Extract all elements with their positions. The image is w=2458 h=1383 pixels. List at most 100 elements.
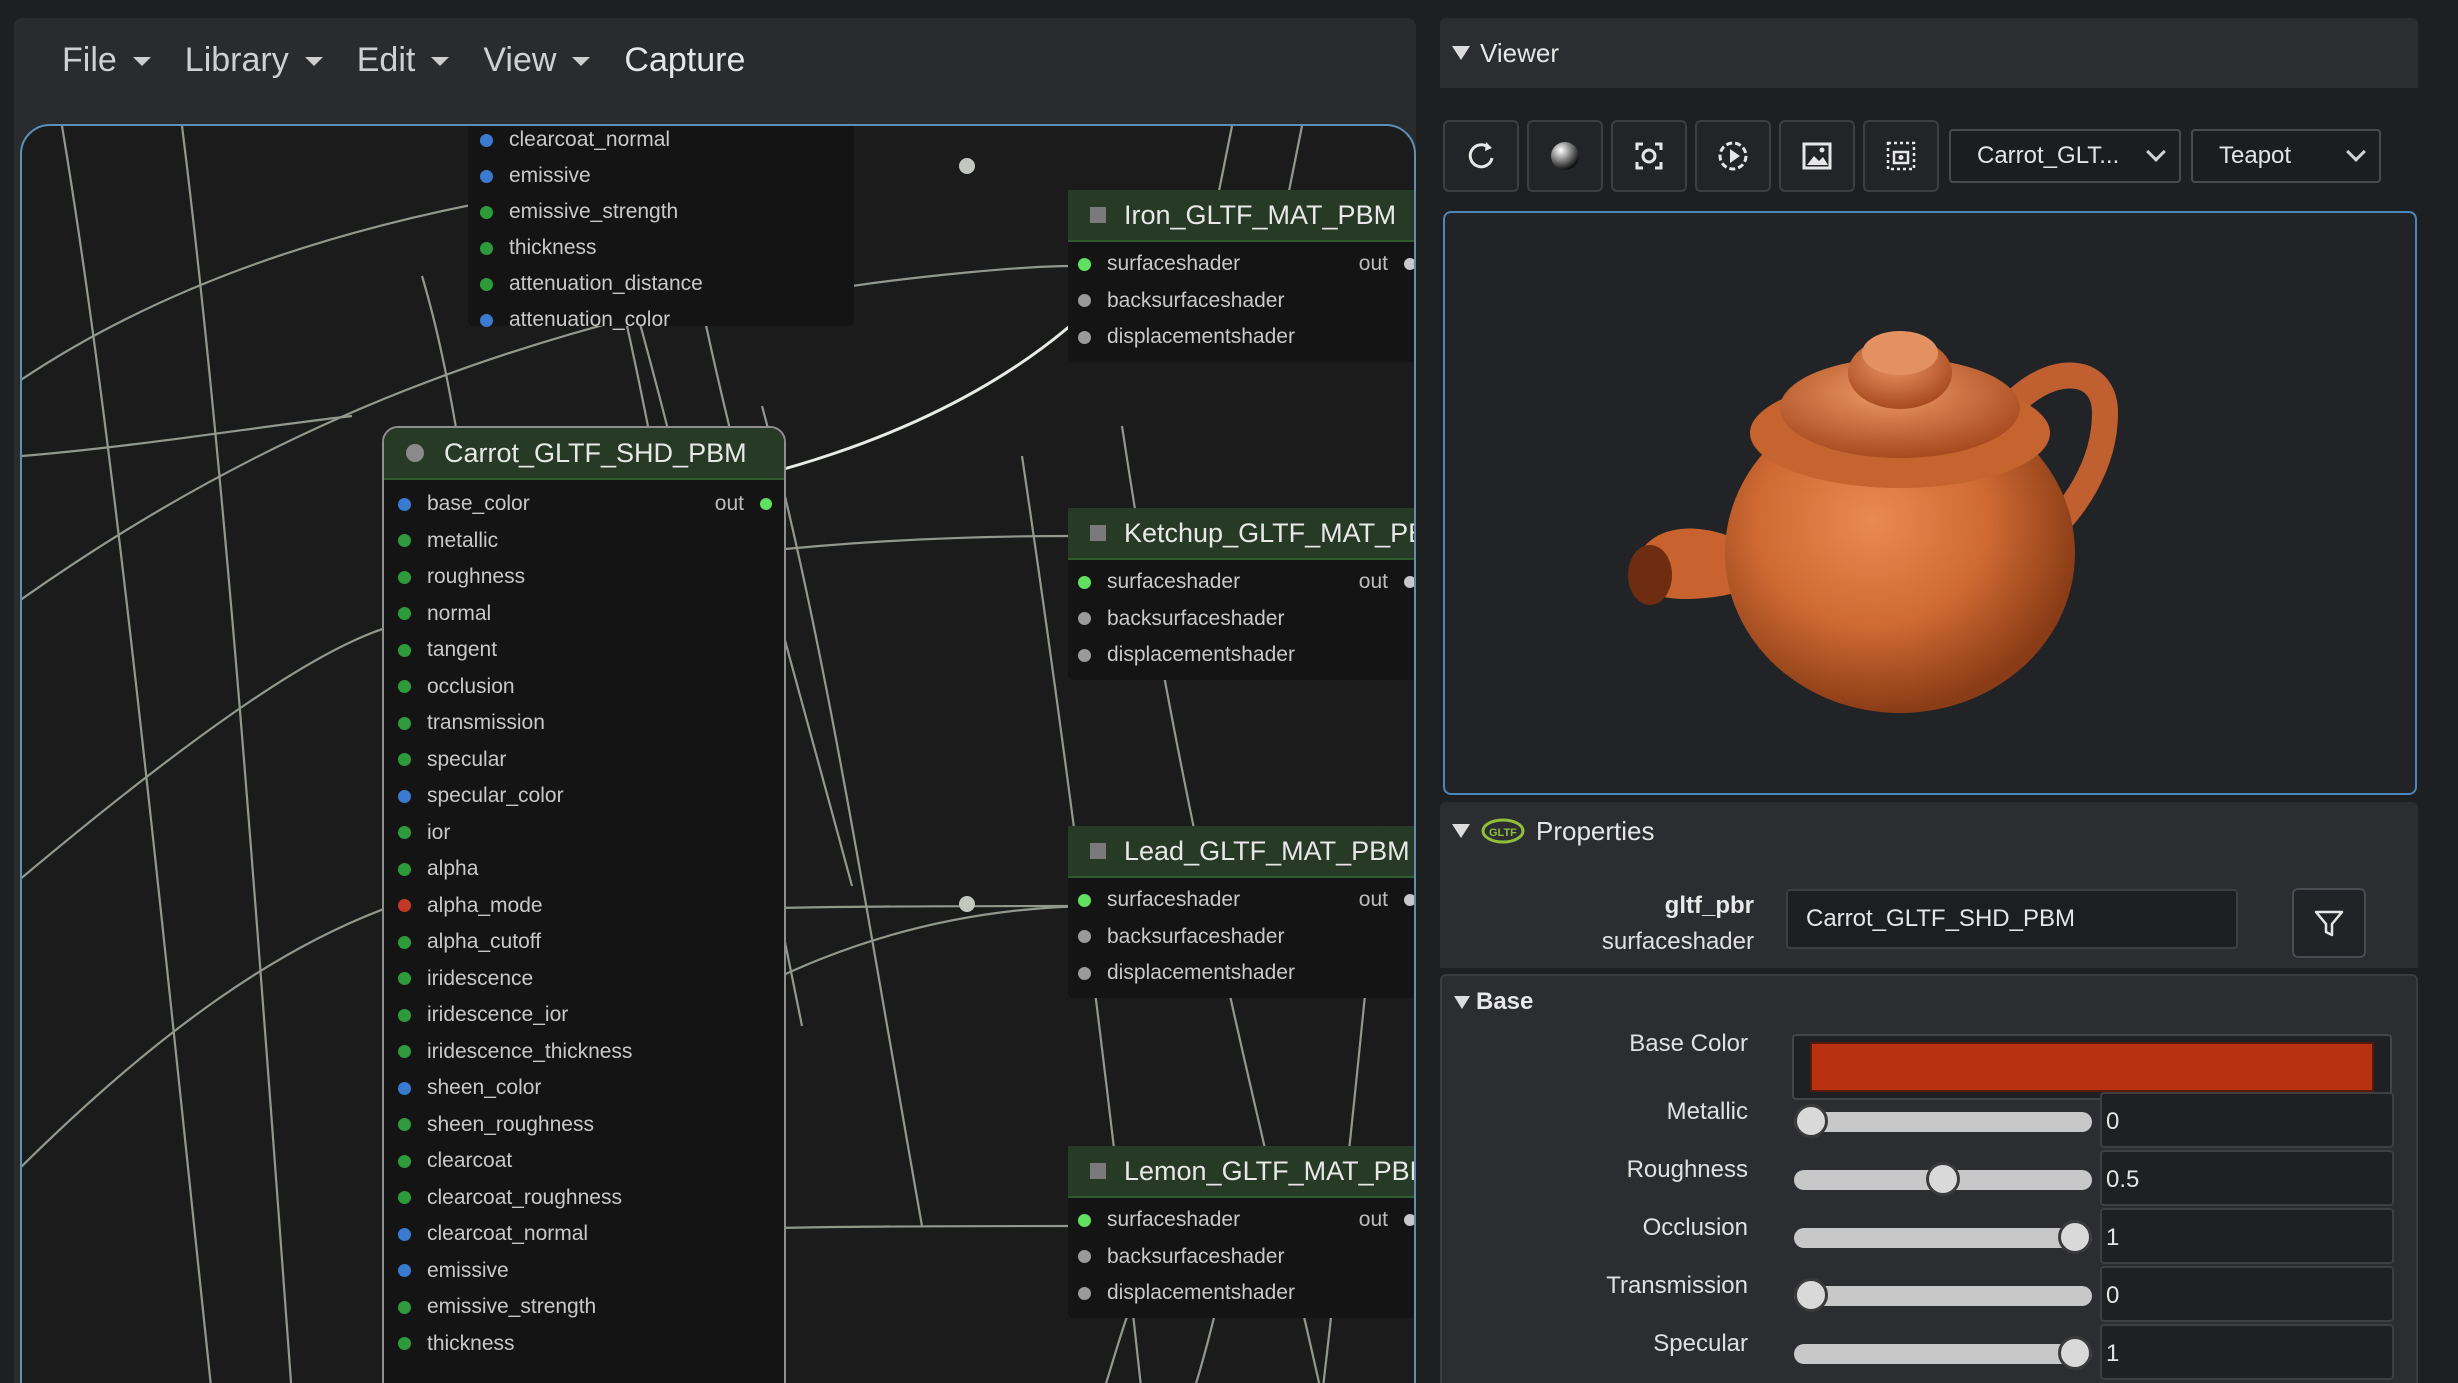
node-carrot-shader[interactable]: Carrot_GLTF_SHD_PBM base_color out metalli…	[382, 426, 786, 1383]
menu-library[interactable]: Library	[185, 41, 323, 80]
port-specular_color[interactable]: specular_color	[398, 778, 784, 815]
port-surfaceshader[interactable]: surfaceshader out	[1078, 882, 1414, 919]
port-backsurfaceshader[interactable]: backsurfaceshader	[1078, 1239, 1414, 1276]
node-ketchup-material[interactable]: Ketchup_GLTF_MAT_PBM surfaceshader out ba…	[1068, 508, 1414, 680]
node-graph-canvas[interactable]: clearcoat_normal emissive emissive_stren…	[20, 124, 1416, 1383]
port-emissive_strength[interactable]: emissive_strength	[468, 194, 854, 230]
node-partial-shader[interactable]: clearcoat_normal emissive emissive_stren…	[468, 126, 854, 331]
port-dot	[398, 1191, 411, 1205]
slider-track[interactable]	[1794, 1162, 2092, 1196]
port-backsurfaceshader[interactable]: backsurfaceshader	[1078, 601, 1414, 638]
output-port-dot[interactable]	[1404, 258, 1414, 271]
port-alpha_cutoff[interactable]: alpha_cutoff	[398, 924, 784, 961]
port-alpha_mode[interactable]: alpha_mode	[398, 888, 784, 925]
port-displacementshader[interactable]: displacementshader	[1078, 319, 1414, 356]
frame-selection-button[interactable]	[1611, 120, 1687, 192]
node-header[interactable]: Iron_GLTF_MAT_PBM	[1068, 190, 1414, 242]
port-tangent[interactable]: tangent	[398, 632, 784, 669]
output-port-dot[interactable]	[1404, 1214, 1414, 1227]
port-surfaceshader[interactable]: surfaceshader out	[1078, 1202, 1414, 1239]
port-backsurfaceshader[interactable]: backsurfaceshader	[1078, 283, 1414, 320]
port-iridescence_thickness[interactable]: iridescence_thickness	[398, 1034, 784, 1071]
port-attenuation_distance[interactable]: attenuation_distance	[468, 266, 854, 302]
node-square-icon	[1090, 207, 1106, 223]
collapse-triangle-icon[interactable]	[1452, 824, 1470, 838]
port-clearcoat[interactable]: clearcoat	[398, 1143, 784, 1180]
menu-capture[interactable]: Capture	[624, 41, 745, 80]
port-base_color[interactable]: base_color out	[398, 486, 784, 523]
port-emissive[interactable]: emissive	[468, 158, 854, 194]
collapse-triangle-icon[interactable]	[1452, 46, 1470, 60]
slider-value-field[interactable]: 0.5	[2100, 1150, 2394, 1206]
turntable-button[interactable]	[1695, 120, 1771, 192]
slider-value-field[interactable]: 0	[2100, 1092, 2394, 1148]
reset-view-button[interactable]	[1443, 120, 1519, 192]
slider-handle[interactable]	[1794, 1278, 1828, 1312]
shading-sphere-button[interactable]	[1527, 120, 1603, 192]
output-port-dot[interactable]	[1404, 576, 1414, 589]
port-clearcoat_normal[interactable]: clearcoat_normal	[468, 126, 854, 158]
port-backsurfaceshader[interactable]: backsurfaceshader	[1078, 919, 1414, 956]
port-clearcoat_roughness[interactable]: clearcoat_roughness	[398, 1180, 784, 1217]
filter-button[interactable]	[2292, 888, 2366, 958]
port-sheen_roughness[interactable]: sheen_roughness	[398, 1107, 784, 1144]
port-surfaceshader[interactable]: surfaceshader out	[1078, 246, 1414, 283]
port-occlusion[interactable]: occlusion	[398, 669, 784, 706]
port-alpha[interactable]: alpha	[398, 851, 784, 888]
node-lemon-material[interactable]: Lemon_GLTF_MAT_PBM surfaceshader out back…	[1068, 1146, 1414, 1318]
slider-handle[interactable]	[1926, 1162, 1960, 1196]
node-header[interactable]: Lead_GLTF_MAT_PBM	[1068, 826, 1414, 878]
port-normal[interactable]: normal	[398, 596, 784, 633]
base-color-label: Base Color	[1629, 1030, 1748, 1057]
node-lead-material[interactable]: Lead_GLTF_MAT_PBM surfaceshader out backs…	[1068, 826, 1414, 998]
collapse-triangle-icon[interactable]	[1454, 995, 1470, 1009]
port-sheen_color[interactable]: sheen_color	[398, 1070, 784, 1107]
port-displacementshader[interactable]: displacementshader	[1078, 637, 1414, 674]
slider-track[interactable]	[1794, 1220, 2092, 1254]
port-displacementshader[interactable]: displacementshader	[1078, 955, 1414, 992]
slider-track[interactable]	[1794, 1104, 2092, 1138]
base-color-swatch[interactable]	[1810, 1042, 2374, 1092]
node-header[interactable]: Lemon_GLTF_MAT_PBM	[1068, 1146, 1414, 1198]
slider-value-field[interactable]: 1	[2100, 1324, 2394, 1380]
render-viewport[interactable]	[1443, 211, 2417, 795]
port-roughness[interactable]: roughness	[398, 559, 784, 596]
slider-handle[interactable]	[2058, 1336, 2092, 1370]
geometry-select[interactable]: Teapot	[2191, 129, 2381, 183]
viewer-header[interactable]: Viewer	[1440, 18, 2418, 88]
base-section-header[interactable]: Base	[1454, 988, 1533, 1016]
menu-edit[interactable]: Edit	[357, 41, 450, 80]
port-ior[interactable]: ior	[398, 815, 784, 852]
port-attenuation_color[interactable]: attenuation_color	[468, 302, 854, 338]
capture-button[interactable]	[1863, 120, 1939, 192]
output-port-dot[interactable]	[1404, 894, 1414, 907]
port-iridescence[interactable]: iridescence	[398, 961, 784, 998]
node-header[interactable]: Carrot_GLTF_SHD_PBM	[384, 428, 784, 480]
port-emissive[interactable]: emissive	[398, 1253, 784, 1290]
material-select[interactable]: Carrot_GLT...	[1949, 129, 2181, 183]
node-name-input[interactable]	[1786, 889, 2238, 949]
port-transmission[interactable]: transmission	[398, 705, 784, 742]
menu-file[interactable]: File	[62, 41, 151, 80]
port-thickness[interactable]: thickness	[398, 1326, 784, 1363]
slider-value-field[interactable]: 0	[2100, 1266, 2394, 1322]
node-header[interactable]: Ketchup_GLTF_MAT_PBM	[1068, 508, 1414, 560]
port-clearcoat_normal[interactable]: clearcoat_normal	[398, 1216, 784, 1253]
slider-value-field[interactable]: 1	[2100, 1208, 2394, 1264]
slider-track[interactable]	[1794, 1336, 2092, 1370]
port-emissive_strength[interactable]: emissive_strength	[398, 1289, 784, 1326]
port-displacementshader[interactable]: displacementshader	[1078, 1275, 1414, 1312]
slider-handle[interactable]	[2058, 1220, 2092, 1254]
port-surfaceshader[interactable]: surfaceshader out	[1078, 564, 1414, 601]
menu-view[interactable]: View	[483, 41, 591, 80]
output-port-dot[interactable]	[760, 498, 772, 511]
properties-header[interactable]: GLTF Properties	[1440, 802, 2418, 860]
slider-track[interactable]	[1794, 1278, 2092, 1312]
port-metallic[interactable]: metallic	[398, 523, 784, 560]
port-iridescence_ior[interactable]: iridescence_ior	[398, 997, 784, 1034]
slider-handle[interactable]	[1794, 1104, 1828, 1138]
port-thickness[interactable]: thickness	[468, 230, 854, 266]
port-specular[interactable]: specular	[398, 742, 784, 779]
environment-button[interactable]	[1779, 120, 1855, 192]
node-iron-material[interactable]: Iron_GLTF_MAT_PBM surfaceshader out backs…	[1068, 190, 1414, 362]
